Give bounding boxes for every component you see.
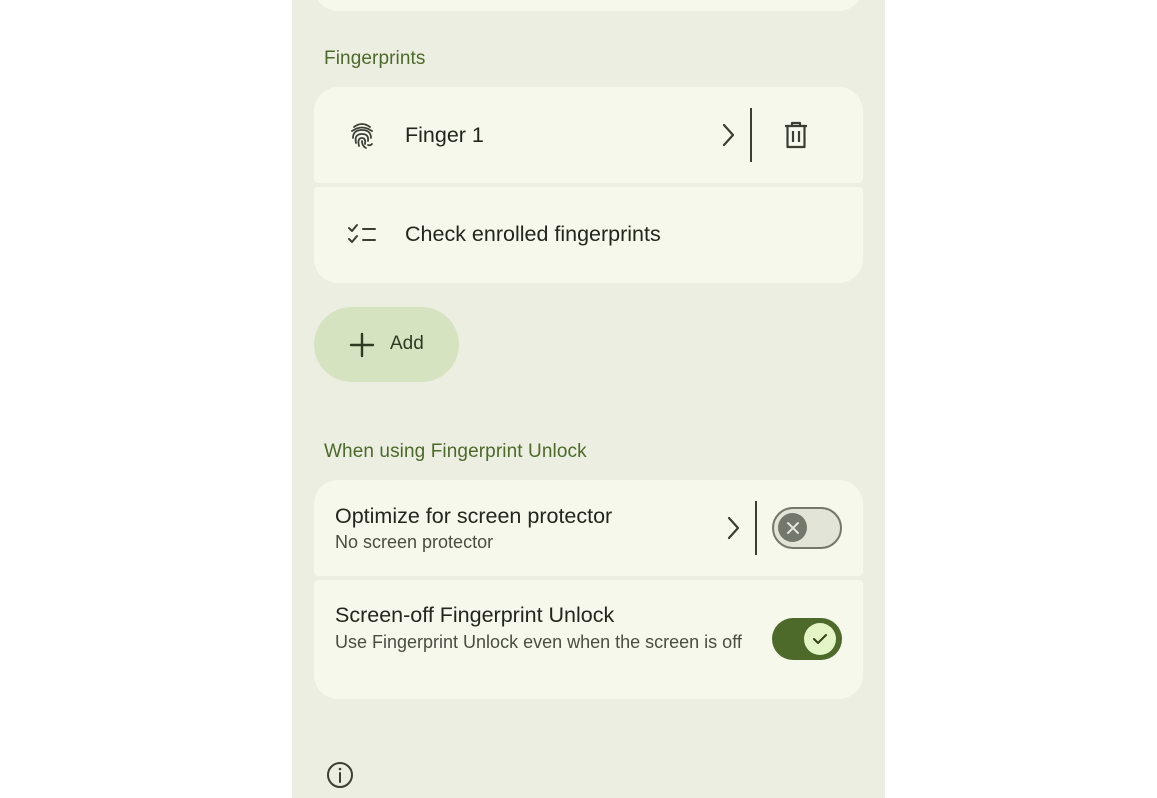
screen-off-unlock-summary: Use Fingerprint Unlock even when the scr…	[335, 632, 742, 652]
screen-protector-switch[interactable]	[772, 507, 842, 549]
check-enrolled-row[interactable]: Check enrolled fingerprints	[314, 187, 863, 283]
screen-off-unlock-switch[interactable]	[772, 618, 842, 660]
delete-icon[interactable]	[781, 120, 811, 150]
vertical-divider	[750, 108, 752, 162]
vertical-divider	[755, 501, 757, 555]
section-title-unlock: When using Fingerprint Unlock	[324, 441, 587, 462]
screen-off-unlock-title: Screen-off Fingerprint Unlock	[335, 603, 615, 627]
plus-icon	[349, 332, 375, 358]
fingerprint-icon	[347, 121, 377, 151]
section-title-fingerprints: Fingerprints	[324, 48, 426, 69]
switch-thumb	[778, 513, 807, 542]
check-enrolled-label: Check enrolled fingerprints	[405, 222, 661, 246]
finger-1-label: Finger 1	[405, 123, 484, 147]
chevron-right-icon	[723, 514, 743, 542]
screen-protector-title: Optimize for screen protector	[335, 504, 613, 528]
add-button-label: Add	[390, 333, 424, 354]
previous-card-bottom	[314, 0, 863, 11]
chevron-right-icon	[718, 121, 738, 149]
info-icon	[326, 761, 354, 789]
screen-protector-summary: No screen protector	[335, 532, 494, 552]
screen-protector-row[interactable]: Optimize for screen protector No screen …	[314, 480, 863, 576]
add-fingerprint-button[interactable]: Add	[314, 307, 459, 382]
switch-thumb	[804, 623, 836, 655]
checklist-icon	[347, 220, 377, 250]
settings-screen: Fingerprints Finger 1 Check enrolled fin…	[292, 0, 885, 798]
finger-1-row[interactable]: Finger 1	[314, 87, 863, 183]
screen-off-unlock-row[interactable]: Screen-off Fingerprint Unlock Use Finger…	[314, 580, 863, 699]
